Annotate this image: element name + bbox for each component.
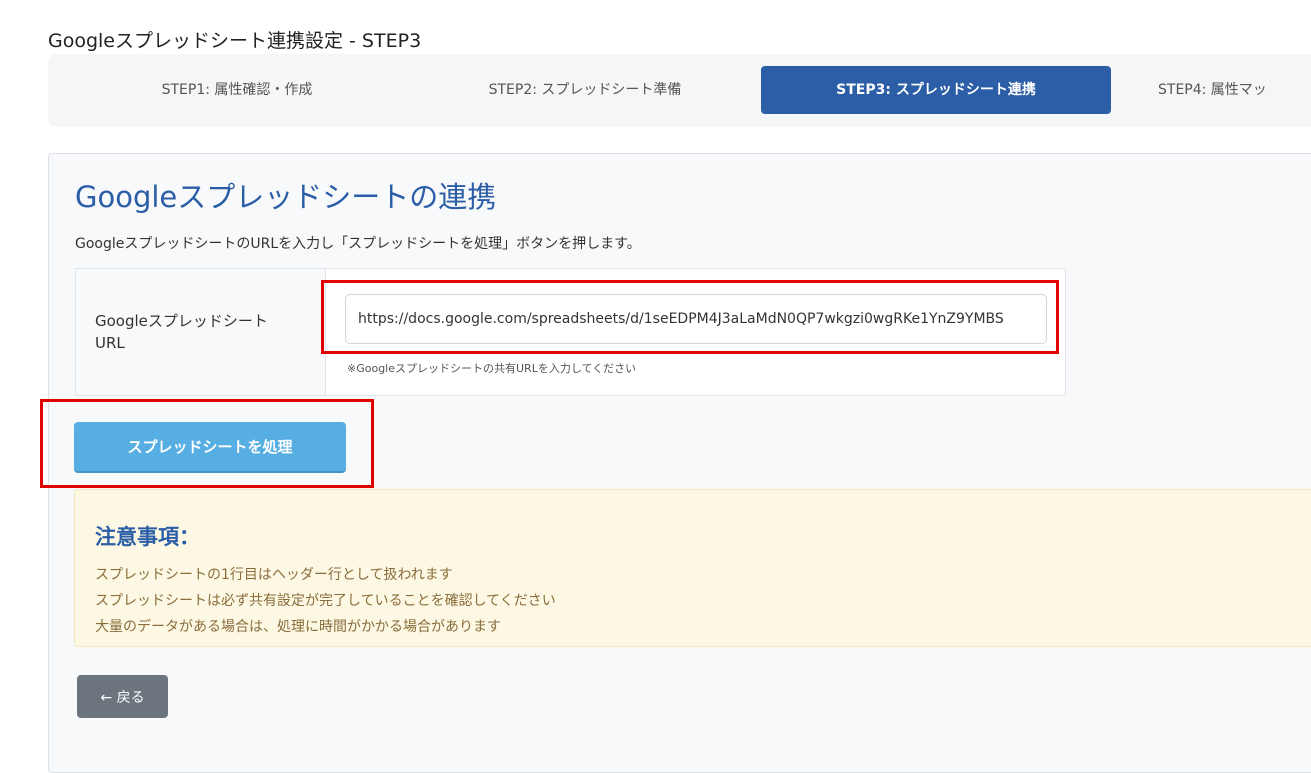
page-title: Googleスプレッドシート連携設定 - STEP3 (48, 30, 422, 52)
notice-box: 注意事項： スプレッドシートの1行目はヘッダー行として扱われます スプレッドシー… (74, 489, 1311, 647)
panel-description: GoogleスプレッドシートのURLを入力し「スプレッドシートを処理」ボタンを押… (75, 236, 641, 252)
process-spreadsheet-button[interactable]: スプレッドシートを処理 (74, 422, 346, 473)
step-progress-bar: STEP1: 属性確認・作成 STEP2: スプレッドシート準備 STEP3: … (48, 54, 1311, 127)
step-4-tab[interactable]: STEP4: 属性マッ (1158, 66, 1311, 114)
panel-heading: Googleスプレッドシートの連携 (75, 180, 497, 214)
step-3-tab[interactable]: STEP3: スプレッドシート連携 (761, 66, 1111, 114)
notice-item: スプレッドシートは必ず共有設定が完了していることを確認してください (95, 593, 556, 609)
step-1-tab[interactable]: STEP1: 属性確認・作成 (78, 66, 396, 114)
spreadsheet-url-input[interactable] (345, 294, 1047, 344)
url-field-label: Googleスプレッドシート URL (95, 312, 268, 352)
notice-item: 大量のデータがある場合は、処理に時間がかかる場合があります (95, 619, 501, 635)
back-button[interactable]: ← 戻る (77, 675, 168, 718)
url-form-table: Googleスプレッドシート URL ※Googleスプレッドシートの共有URL… (75, 268, 1066, 396)
url-label-cell: Googleスプレッドシート URL (76, 269, 326, 395)
url-value-cell: ※Googleスプレッドシートの共有URLを入力してください (326, 269, 1065, 395)
step-2-tab[interactable]: STEP2: スプレッドシート準備 (426, 66, 744, 114)
url-hint-text: ※Googleスプレッドシートの共有URLを入力してください (347, 362, 637, 375)
notice-item: スプレッドシートの1行目はヘッダー行として扱われます (95, 567, 453, 583)
notice-title: 注意事項： (95, 525, 200, 549)
